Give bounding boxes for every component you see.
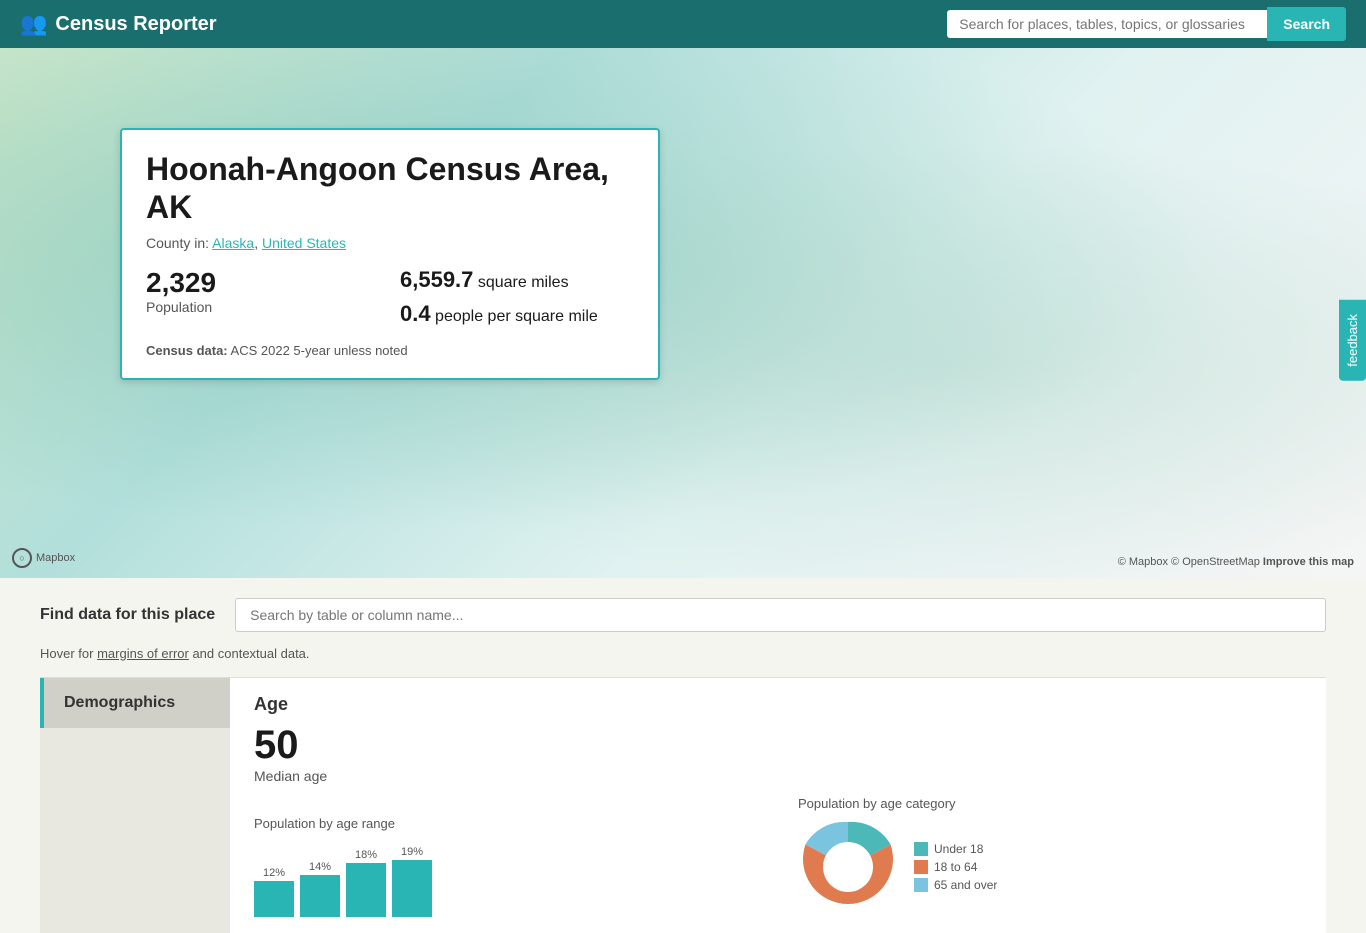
legend-label-under18: Under 18	[934, 842, 983, 856]
find-data-row: Find data for this place	[40, 598, 1326, 632]
area-stat: 6,559.7 square miles 0.4 people per squa…	[400, 267, 634, 327]
population-stat: 2,329 Population	[146, 267, 380, 327]
population-number: 2,329	[146, 267, 380, 299]
find-data-label: Find data for this place	[40, 606, 215, 624]
donut-area: Under 18 18 to 64 65 and over	[798, 817, 1302, 917]
mapbox-label: Mapbox	[36, 552, 75, 564]
bar-chart: 12% 14% 18% 19%	[254, 837, 758, 917]
info-box: Hoonah-Angoon Census Area, AK County in:…	[120, 128, 660, 380]
median-age-number: 50	[254, 723, 1302, 768]
improve-map-link[interactable]: Improve this map	[1263, 556, 1354, 568]
legend-label-18to64: 18 to 64	[934, 860, 977, 874]
donut-chart-container: Population by age category	[798, 796, 1302, 917]
comma-separator: ,	[254, 235, 262, 251]
population-label: Population	[146, 299, 380, 315]
header-search-area: Search	[947, 7, 1346, 41]
header-left: 👥 Census Reporter	[20, 11, 217, 37]
median-age-label: Median age	[254, 768, 1302, 784]
legend-color-18to64	[914, 860, 928, 874]
bar-group-2: 14%	[300, 861, 340, 917]
bar-4	[392, 860, 432, 917]
bar-group-1: 12%	[254, 867, 294, 917]
area-unit-text: square miles	[478, 274, 569, 291]
county-in-prefix: County in:	[146, 235, 212, 251]
attribution-text: © Mapbox © OpenStreetMap	[1118, 556, 1260, 568]
bar-pct-3: 18%	[355, 849, 377, 861]
mapbox-circle-icon: ○	[12, 548, 32, 568]
legend-color-65over	[914, 878, 928, 892]
bar-2	[300, 875, 340, 917]
census-data-line: Census data: ACS 2022 5-year unless note…	[146, 343, 634, 358]
bar-group-3: 18%	[346, 849, 386, 917]
demographics-nav-item[interactable]: Demographics	[40, 678, 230, 728]
logo-icon: 👥	[20, 11, 45, 37]
donut-svg	[798, 817, 898, 917]
right-content: Age 50 Median age Population by age rang…	[230, 678, 1326, 933]
hover-hint-prefix: Hover for	[40, 646, 97, 661]
search-button[interactable]: Search	[1267, 7, 1346, 41]
bottom-section: Find data for this place Hover for margi…	[0, 578, 1366, 933]
place-title: Hoonah-Angoon Census Area, AK	[146, 150, 634, 227]
bar-pct-1: 12%	[263, 867, 285, 879]
donut-chart-title: Population by age category	[798, 796, 1302, 811]
legend-label-65over: 65 and over	[934, 878, 997, 892]
density-line: 0.4 people per square mile	[400, 301, 634, 327]
hover-hint-suffix: and contextual data.	[189, 646, 310, 661]
alaska-link[interactable]: Alaska	[212, 235, 254, 251]
charts-row: Population by age range 12% 14% 18%	[254, 796, 1302, 917]
united-states-link[interactable]: United States	[262, 235, 346, 251]
bar-chart-container: Population by age range 12% 14% 18%	[254, 816, 758, 917]
hover-hint: Hover for margins of error and contextua…	[40, 646, 1326, 661]
mapbox-logo: ○ Mapbox	[12, 548, 75, 568]
table-search-input[interactable]	[235, 598, 1326, 632]
bar-3	[346, 863, 386, 917]
site-title: Census Reporter	[55, 13, 216, 36]
bar-pct-2: 14%	[309, 861, 331, 873]
map-attribution: © Mapbox © OpenStreetMap Improve this ma…	[1118, 556, 1354, 568]
legend-item-18to64: 18 to 64	[914, 860, 997, 874]
header: 👥 Census Reporter Search	[0, 0, 1366, 48]
density-unit-text: people per square mile	[435, 308, 598, 325]
margins-of-error-link[interactable]: margins of error	[97, 646, 189, 661]
census-data-label: Census data:	[146, 343, 228, 358]
bar-group-4: 19%	[392, 846, 432, 917]
census-data-value-text: ACS 2022 5-year unless noted	[231, 343, 408, 358]
county-in-line: County in: Alaska, United States	[146, 235, 634, 251]
bar-pct-4: 19%	[401, 846, 423, 858]
data-section: Demographics Age 50 Median age Populatio…	[40, 677, 1326, 933]
left-nav: Demographics	[40, 678, 230, 933]
search-input[interactable]	[947, 10, 1267, 38]
donut-legend: Under 18 18 to 64 65 and over	[914, 842, 997, 892]
bar-1	[254, 881, 294, 917]
map-container: Hoonah-Angoon Census Area, AK County in:…	[0, 48, 1366, 578]
density-number: 0.4	[400, 301, 431, 326]
bar-chart-title: Population by age range	[254, 816, 758, 831]
stats-grid: 2,329 Population 6,559.7 square miles 0.…	[146, 267, 634, 327]
legend-item-under18: Under 18	[914, 842, 997, 856]
area-line: 6,559.7 square miles	[400, 267, 634, 293]
legend-color-under18	[914, 842, 928, 856]
age-section-title: Age	[254, 694, 1302, 715]
area-number: 6,559.7	[400, 267, 473, 292]
legend-item-65over: 65 and over	[914, 878, 997, 892]
feedback-tab[interactable]: feedback	[1339, 300, 1366, 381]
